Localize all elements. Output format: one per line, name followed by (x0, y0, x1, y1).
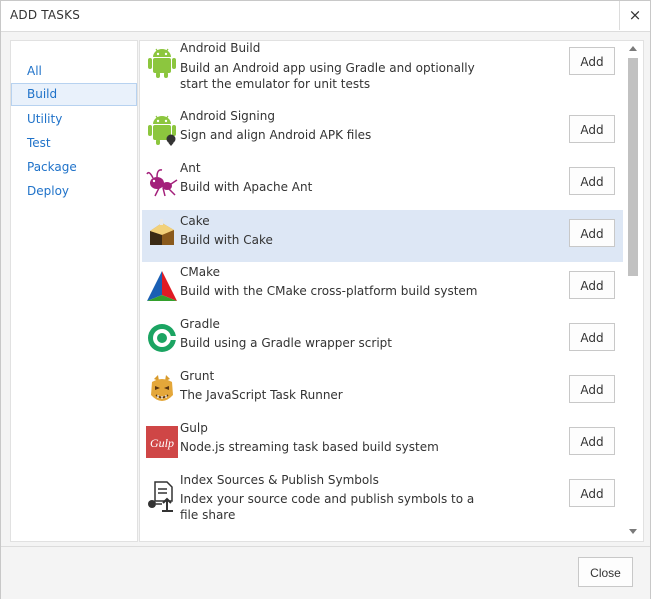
task-description: Node.js streaming task based build syste… (180, 440, 439, 454)
task-name: Android Signing (180, 109, 275, 123)
category-nav: All Build Utility Test Package Deploy (10, 40, 138, 542)
dialog-title: ADD TASKS (10, 8, 81, 22)
task-name: Cake (180, 214, 210, 228)
task-name: Android Build (180, 41, 261, 55)
gradle-icon (148, 324, 177, 352)
android-signing-icon (148, 115, 176, 146)
index-symbols-icon (148, 481, 173, 512)
close-x-button[interactable]: × (619, 1, 650, 30)
close-button[interactable]: Close (578, 557, 633, 587)
scroll-up-icon[interactable] (629, 46, 637, 51)
add-tasks-dialog: ADD TASKS × All Build Utility Test Packa… (0, 0, 651, 599)
ant-icon (146, 169, 178, 197)
add-task-button[interactable]: Add (569, 323, 615, 351)
task-name: CMake (180, 265, 220, 279)
task-row: Android Signing Sign and align Android A… (142, 109, 623, 161)
task-description: Build an Android app using Gradle and op… (180, 61, 475, 91)
scroll-down-icon[interactable] (629, 529, 637, 534)
grunt-icon (151, 375, 173, 401)
nav-item-build[interactable]: Build (11, 83, 137, 106)
task-row-selected[interactable]: Cake Build with Cake Add (142, 210, 623, 262)
nav-item-test[interactable]: Test (11, 132, 137, 155)
cake-icon (150, 219, 174, 245)
gulp-icon-text: Gulp (150, 436, 174, 450)
nav-item-deploy[interactable]: Deploy (11, 180, 137, 203)
nav-item-utility[interactable]: Utility (11, 108, 137, 131)
nav-item-all[interactable]: All (11, 60, 137, 83)
task-row: Grunt The JavaScript Task Runner Add (142, 369, 623, 421)
nav-item-package[interactable]: Package (11, 156, 137, 179)
task-name: Grunt (180, 369, 215, 383)
add-task-button[interactable]: Add (569, 427, 615, 455)
task-row: Android Build Build an Android app using… (142, 41, 623, 97)
add-task-button[interactable]: Add (569, 47, 615, 75)
android-icon (148, 48, 176, 78)
task-name: Gulp (180, 421, 208, 435)
dialog-footer: Close (1, 546, 650, 599)
cmake-icon (147, 271, 177, 301)
dialog-body: All Build Utility Test Package Deploy An… (1, 32, 650, 546)
task-list-scrollbar[interactable] (625, 41, 642, 541)
add-task-button[interactable]: Add (569, 219, 615, 247)
close-icon: × (628, 6, 642, 24)
add-task-button[interactable]: Add (569, 375, 615, 403)
add-task-button[interactable]: Add (569, 479, 615, 507)
gulp-icon: Gulp (146, 426, 178, 458)
task-row: Ant Build with Apache Ant Add (142, 161, 623, 213)
task-description: Index your source code and publish symbo… (180, 492, 475, 522)
task-description: Build using a Gradle wrapper script (180, 336, 392, 350)
task-description: Build with the CMake cross-platform buil… (180, 284, 478, 298)
task-name: Index Sources & Publish Symbols (180, 473, 379, 487)
task-list[interactable]: Android Build Build an Android app using… (139, 40, 644, 542)
task-description: Build with Apache Ant (180, 180, 313, 194)
task-description: Sign and align Android APK files (180, 128, 372, 142)
task-name: Gradle (180, 317, 220, 331)
task-description: Build with Cake (180, 233, 273, 247)
add-task-button[interactable]: Add (569, 115, 615, 143)
task-row: CMake Build with the CMake cross-platfor… (142, 265, 623, 317)
add-task-button[interactable]: Add (569, 167, 615, 195)
task-description: The JavaScript Task Runner (180, 388, 343, 402)
dialog-titlebar: ADD TASKS × (1, 1, 650, 32)
scroll-thumb[interactable] (628, 58, 638, 276)
task-row: Gradle Build using a Gradle wrapper scri… (142, 317, 623, 369)
task-name: Ant (180, 161, 201, 175)
task-row: Index Sources & Publish Symbols Index yo… (142, 473, 623, 533)
add-task-button[interactable]: Add (569, 271, 615, 299)
task-row: Gulp Gulp Node.js streaming task based b… (142, 421, 623, 473)
